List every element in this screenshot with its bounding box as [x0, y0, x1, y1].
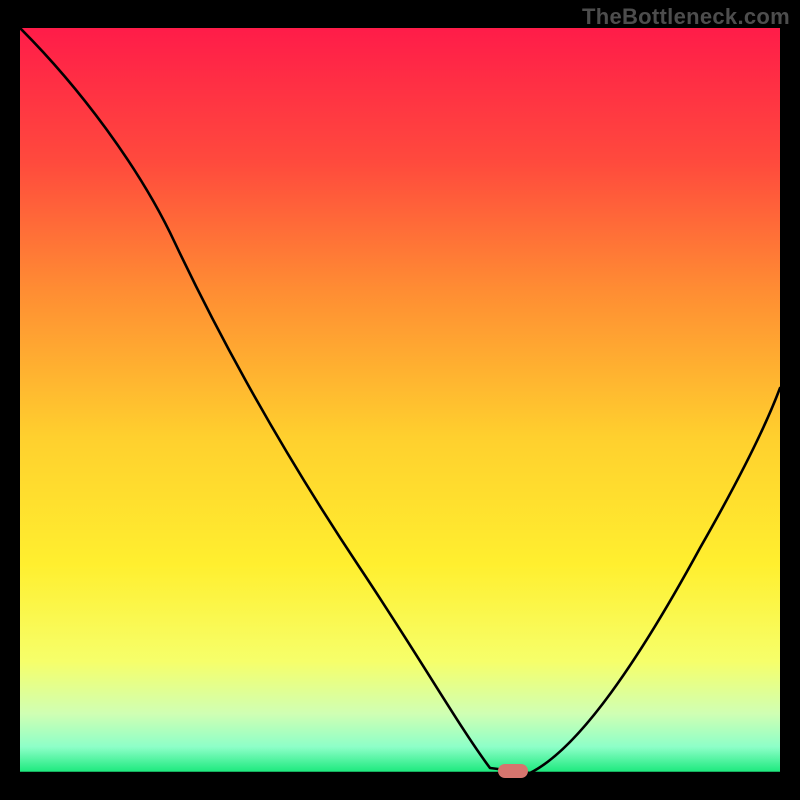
watermark-text: TheBottleneck.com — [582, 4, 790, 30]
plot-area — [20, 28, 780, 780]
gradient-background — [20, 28, 780, 773]
optimal-point-marker — [498, 764, 528, 778]
chart-svg — [20, 28, 780, 780]
chart-frame: TheBottleneck.com — [0, 0, 800, 800]
